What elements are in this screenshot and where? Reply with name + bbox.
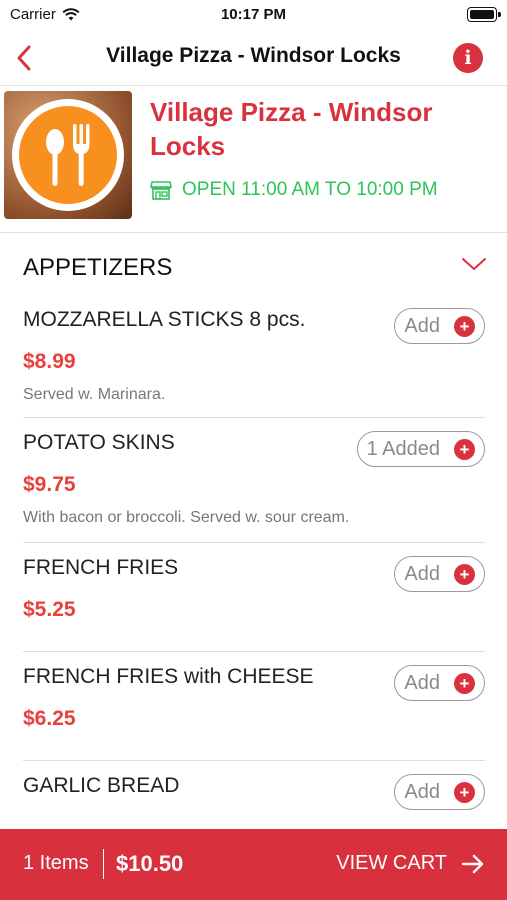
view-cart-bar[interactable]: 1 Items $10.50 VIEW CART bbox=[0, 829, 507, 900]
menu-item: FRENCH FRIES $5.25 Add + bbox=[23, 544, 485, 652]
menu-item: MOZZARELLA STICKS 8 pcs. $8.99 Served w.… bbox=[23, 296, 485, 418]
item-name: FRENCH FRIES bbox=[23, 556, 179, 579]
menu-item: POTATO SKINS $9.75 With bacon or broccol… bbox=[23, 419, 485, 543]
store-icon bbox=[150, 181, 172, 200]
menu-item: GARLIC BREAD Add + bbox=[23, 762, 485, 832]
appetizers-section-header[interactable]: APPETIZERS bbox=[0, 234, 507, 296]
restaurant-name: Village Pizza - Windsor Locks bbox=[150, 97, 433, 161]
plus-circle-icon: + bbox=[454, 315, 475, 337]
item-description: With bacon or broccoli. Served w. sour c… bbox=[23, 509, 350, 526]
chevron-left-icon bbox=[17, 45, 31, 71]
item-price: $9.75 bbox=[23, 473, 76, 496]
item-name: GARLIC BREAD bbox=[23, 774, 180, 797]
utensils-icon bbox=[46, 124, 90, 186]
info-icon: i bbox=[464, 47, 472, 69]
opening-hours: OPEN 11:00 AM TO 10:00 PM bbox=[150, 179, 438, 201]
add-button[interactable]: Add + bbox=[394, 308, 485, 344]
add-button-label: 1 Added bbox=[366, 437, 440, 460]
add-button[interactable]: Add + bbox=[394, 774, 485, 810]
cart-divider bbox=[103, 849, 104, 879]
view-cart-button[interactable]: VIEW CART bbox=[336, 852, 485, 875]
battery-icon bbox=[467, 7, 501, 22]
item-price: $5.25 bbox=[23, 598, 76, 621]
item-price: $6.25 bbox=[23, 707, 76, 730]
navigation-bar: Village Pizza - Windsor Locks i bbox=[0, 30, 507, 86]
item-price: $8.99 bbox=[23, 350, 76, 373]
add-button[interactable]: Add + bbox=[394, 665, 485, 701]
item-name: POTATO SKINS bbox=[23, 431, 175, 454]
plus-circle-icon: + bbox=[454, 672, 475, 694]
plus-circle-icon: + bbox=[454, 781, 475, 803]
add-button-label: Add bbox=[404, 780, 440, 803]
menu-item: FRENCH FRIES with CHEESE $6.25 Add + bbox=[23, 653, 485, 761]
cart-total: $10.50 bbox=[116, 851, 184, 876]
back-button[interactable] bbox=[8, 42, 40, 74]
item-name: MOZZARELLA STICKS 8 pcs. bbox=[23, 308, 306, 331]
section-title: APPETIZERS bbox=[23, 254, 173, 281]
arrow-right-icon bbox=[461, 854, 484, 873]
view-cart-label: VIEW CART bbox=[336, 852, 447, 874]
chevron-down-icon bbox=[462, 258, 486, 270]
add-button-label: Add bbox=[404, 562, 440, 585]
plus-circle-icon: + bbox=[454, 438, 475, 460]
info-button[interactable]: i bbox=[453, 43, 483, 73]
add-button-label: Add bbox=[404, 314, 440, 337]
status-time: 10:17 PM bbox=[220, 6, 287, 23]
status-bar: Carrier 10:17 PM bbox=[0, 0, 507, 30]
cart-item-count: 1 Items bbox=[23, 852, 89, 874]
restaurant-header: Village Pizza - Windsor Locks OPEN 11:00… bbox=[0, 87, 507, 233]
item-description: Served w. Marinara. bbox=[23, 386, 166, 403]
restaurant-logo bbox=[4, 91, 132, 219]
add-button[interactable]: 1 Added + bbox=[356, 431, 485, 467]
item-name: FRENCH FRIES with CHEESE bbox=[23, 665, 314, 688]
page-title: Village Pizza - Windsor Locks bbox=[106, 44, 401, 67]
add-button[interactable]: Add + bbox=[394, 556, 485, 592]
hours-text: OPEN 11:00 AM TO 10:00 PM bbox=[182, 179, 438, 200]
plus-circle-icon: + bbox=[454, 563, 475, 585]
add-button-label: Add bbox=[404, 671, 440, 694]
